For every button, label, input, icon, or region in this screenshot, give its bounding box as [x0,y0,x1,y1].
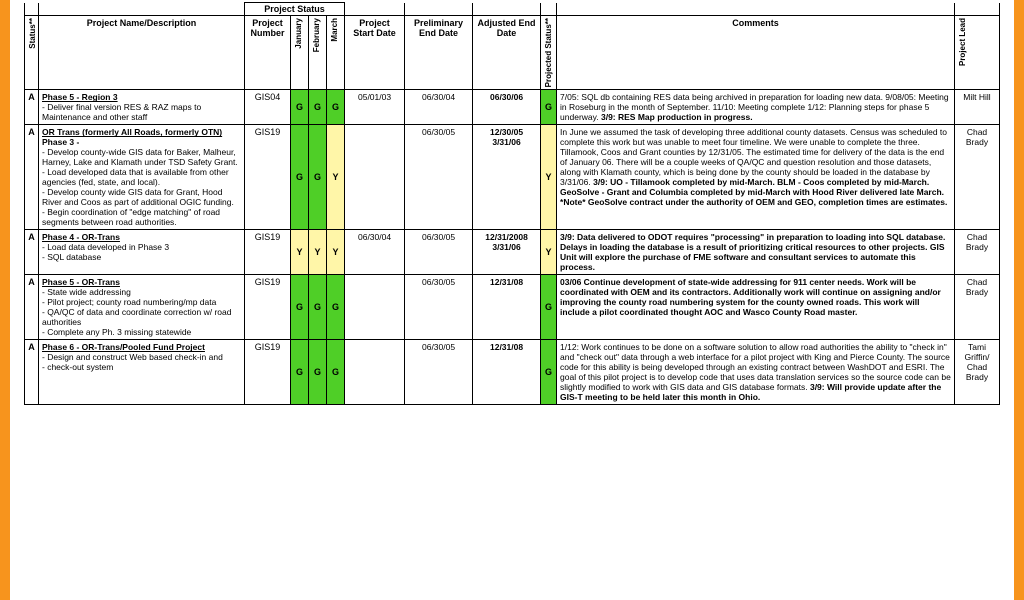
row-status: A [25,230,39,275]
hdr-adj: Adjusted End Date [473,16,541,90]
row-start [345,275,405,340]
month-status: G [291,125,309,230]
row-prelim: 06/30/05 [405,230,473,275]
row-number: GIS04 [245,90,291,125]
hdr-feb: February [309,16,327,90]
row-adj: 12/30/053/31/06 [473,125,541,230]
month-status: G [327,340,345,405]
month-status: Y [327,230,345,275]
row-adj: 06/30/06 [473,90,541,125]
table-row: AOR Trans (formerly All Roads, formerly … [25,125,1000,230]
hdr-number: Project Number [245,16,291,90]
row-adj: 12/31/08 [473,275,541,340]
row-status: A [25,125,39,230]
banner-row: Project Status [25,3,1000,16]
table-row: APhase 4 - OR-Trans - Load data develope… [25,230,1000,275]
row-lead: Tami Griffin/ Chad Brady [955,340,1000,405]
row-description: Phase 5 - Region 3 - Deliver final versi… [39,90,245,125]
row-start [345,340,405,405]
hdr-jan: January [291,16,309,90]
row-lead: Chad Brady [955,230,1000,275]
hdr-prelim: Preliminary End Date [405,16,473,90]
row-description: Phase 6 - OR-Trans/Pooled Fund Project -… [39,340,245,405]
hdr-desc: Project Name/Description [39,16,245,90]
row-status: A [25,340,39,405]
month-status: G [327,90,345,125]
row-status: A [25,90,39,125]
hdr-lead: Project Lead [955,16,1000,90]
month-status: Y [327,125,345,230]
month-status: G [291,275,309,340]
month-status: G [309,90,327,125]
header-row: Status** Project Name/Description Projec… [25,16,1000,90]
row-prelim: 06/30/05 [405,275,473,340]
row-start [345,125,405,230]
month-status: G [309,125,327,230]
hdr-pstat: Projected Status** [541,16,557,90]
row-lead: Chad Brady [955,125,1000,230]
row-description: Phase 5 - OR-Trans - State wide addressi… [39,275,245,340]
row-description: Phase 4 - OR-Trans - Load data developed… [39,230,245,275]
row-description: OR Trans (formerly All Roads, formerly O… [39,125,245,230]
row-comments: 7/05: SQL db containing RES data being a… [557,90,955,125]
table-row: APhase 5 - OR-Trans - State wide address… [25,275,1000,340]
row-projected-status: Y [541,230,557,275]
row-status: A [25,275,39,340]
row-lead: Chad Brady [955,275,1000,340]
row-lead: Milt Hill [955,90,1000,125]
row-start: 06/30/04 [345,230,405,275]
row-projected-status: G [541,90,557,125]
row-number: GIS19 [245,340,291,405]
month-status: G [327,275,345,340]
table-row: APhase 6 - OR-Trans/Pooled Fund Project … [25,340,1000,405]
row-prelim: 06/30/04 [405,90,473,125]
table-row: APhase 5 - Region 3 - Deliver final vers… [25,90,1000,125]
row-adj: 12/31/08 [473,340,541,405]
hdr-start: Project Start Date [345,16,405,90]
row-number: GIS19 [245,230,291,275]
row-prelim: 06/30/05 [405,340,473,405]
row-projected-status: G [541,275,557,340]
row-number: GIS19 [245,125,291,230]
row-comments: 03/06 Continue development of state-wide… [557,275,955,340]
row-comments: In June we assumed the task of developin… [557,125,955,230]
month-status: G [309,275,327,340]
row-number: GIS19 [245,275,291,340]
project-status-table: Project Status Status** Project Name/Des… [24,2,1000,405]
hdr-mar: March [327,16,345,90]
row-adj: 12/31/20083/31/06 [473,230,541,275]
month-status: G [291,90,309,125]
month-status: G [309,340,327,405]
month-status: G [291,340,309,405]
month-status: Y [309,230,327,275]
row-comments: 3/9: Data delivered to ODOT requires "pr… [557,230,955,275]
banner-cell: Project Status [245,3,345,16]
row-comments: 1/12: Work continues to be done on a sof… [557,340,955,405]
month-status: Y [291,230,309,275]
row-projected-status: G [541,340,557,405]
row-prelim: 06/30/05 [405,125,473,230]
row-projected-status: Y [541,125,557,230]
hdr-status: Status** [25,16,39,90]
row-start: 05/01/03 [345,90,405,125]
hdr-comments: Comments [557,16,955,90]
